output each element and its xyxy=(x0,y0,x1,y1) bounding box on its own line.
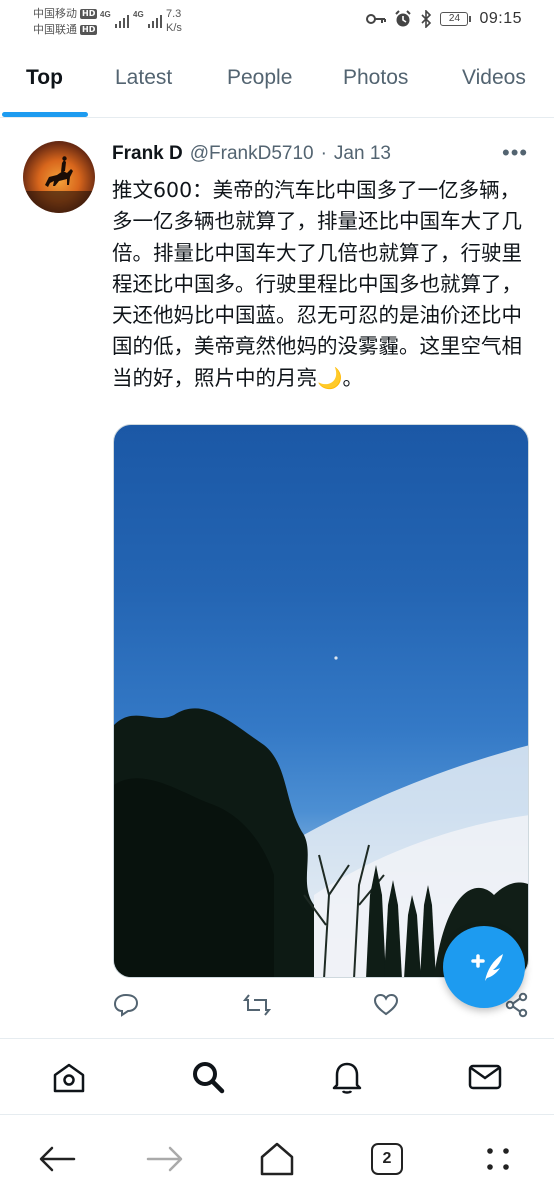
tabs-icon[interactable]: 2 xyxy=(365,1137,409,1181)
compose-tweet-button[interactable] xyxy=(443,926,525,1008)
compose-feather-icon xyxy=(471,954,503,981)
tab-videos[interactable]: Videos xyxy=(462,66,526,90)
tab-photos[interactable]: Photos xyxy=(343,66,408,90)
bluetooth-icon xyxy=(421,10,432,28)
tab-count: 2 xyxy=(371,1143,403,1175)
status-icons: 24 09:15 xyxy=(366,10,522,28)
retweet-icon[interactable] xyxy=(243,992,271,1018)
forward-icon[interactable] xyxy=(144,1137,188,1181)
tweet-author-handle[interactable]: @FrankD5710 xyxy=(190,143,314,165)
browser-navigation: 2 xyxy=(0,1114,554,1200)
back-icon[interactable] xyxy=(34,1137,78,1181)
battery-icon: 24 xyxy=(440,12,472,26)
like-icon[interactable] xyxy=(373,992,399,1018)
reply-icon[interactable] xyxy=(113,992,139,1018)
horse-rider-silhouette xyxy=(23,156,95,213)
tweet-text: 推文600：美帝的汽车比中国多了一亿多辆， 多一亿多辆也就算了，排量还比中国车大… xyxy=(112,178,522,390)
bottom-navigation xyxy=(0,1038,554,1114)
tab-top[interactable]: Top xyxy=(26,66,63,90)
carrier-2: 中国联通 xyxy=(33,23,77,36)
avatar[interactable] xyxy=(23,141,95,213)
home-icon[interactable] xyxy=(49,1057,89,1097)
clock: 09:15 xyxy=(479,10,522,27)
key-icon xyxy=(366,14,387,24)
tweet-header: Frank D @FrankD5710 · Jan 13 xyxy=(112,143,391,165)
hd-badge: HD xyxy=(80,9,98,19)
tweet-photo[interactable] xyxy=(113,424,529,978)
carrier-1: 中国移动 xyxy=(33,7,77,20)
tab-people[interactable]: People xyxy=(227,66,292,90)
search-icon[interactable] xyxy=(188,1057,228,1097)
messages-icon[interactable] xyxy=(465,1057,505,1097)
moon-icon xyxy=(334,656,338,660)
tab-latest[interactable]: Latest xyxy=(115,66,172,90)
search-tabs: Top Latest People Photos Videos xyxy=(0,56,554,118)
tweet-author-name[interactable]: Frank D xyxy=(112,143,183,165)
carrier-info: 中国移动 HD 中国联通 HD xyxy=(33,6,98,38)
signal-icon: 4G xyxy=(133,10,162,28)
sky-trees-scene xyxy=(114,656,528,977)
alarm-icon xyxy=(395,10,412,27)
tweet-date[interactable]: Jan 13 xyxy=(334,143,391,165)
separator-dot: · xyxy=(320,143,327,164)
status-bar: 中国移动 HD 中国联通 HD 4G 4G 7.3 K/s 24 09:15 xyxy=(0,0,554,44)
network-speed: 7.3 K/s xyxy=(166,8,182,34)
hd-badge: HD xyxy=(80,25,98,35)
home-icon[interactable] xyxy=(255,1137,299,1181)
more-options-icon[interactable]: ••• xyxy=(502,142,528,164)
signal-icon: 4G xyxy=(100,10,129,28)
notifications-icon[interactable] xyxy=(327,1057,367,1097)
active-tab-indicator xyxy=(2,112,88,117)
menu-icon[interactable] xyxy=(476,1137,520,1181)
